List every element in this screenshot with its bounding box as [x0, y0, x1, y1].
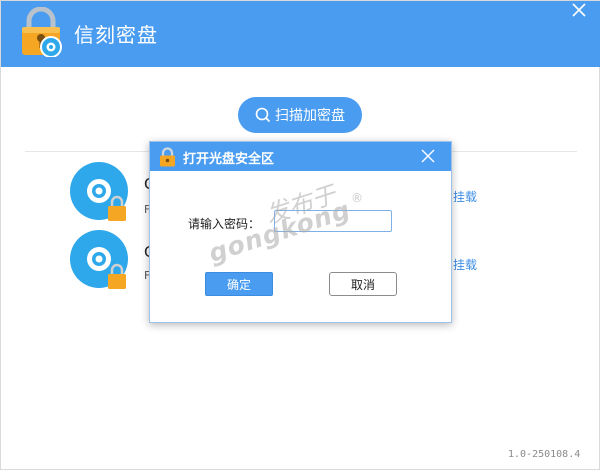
main-window: 信刻密盘 扫描加密盘 C F 挂载 C F [0, 0, 600, 470]
disc-icon[interactable] [69, 161, 131, 223]
version-label: 1.0-250108.4 [508, 449, 581, 460]
cancel-button[interactable]: 取消 [329, 272, 397, 296]
lock-disc-icon [22, 7, 62, 57]
search-icon [255, 107, 271, 123]
mount-link[interactable]: 挂载 [453, 256, 477, 273]
title-bar: 信刻密盘 [1, 1, 600, 67]
dialog-title: 打开光盘安全区 [183, 152, 275, 167]
padlock-icon [160, 147, 175, 167]
password-input[interactable] [274, 210, 392, 232]
scan-button[interactable]: 扫描加密盘 [238, 97, 362, 133]
mount-link[interactable]: 挂载 [453, 188, 477, 205]
ok-button[interactable]: 确定 [205, 272, 273, 296]
password-label: 请输入密码： [188, 217, 261, 231]
password-dialog: 打开光盘安全区 请输入密码： 确定 取消 [149, 141, 452, 323]
close-icon[interactable] [567, 1, 591, 21]
disc-icon[interactable] [69, 229, 131, 291]
scan-button-label: 扫描加密盘 [275, 108, 345, 124]
app-title: 信刻密盘 [74, 23, 158, 47]
close-icon[interactable] [420, 148, 436, 164]
dialog-header: 打开光盘安全区 [150, 142, 451, 171]
